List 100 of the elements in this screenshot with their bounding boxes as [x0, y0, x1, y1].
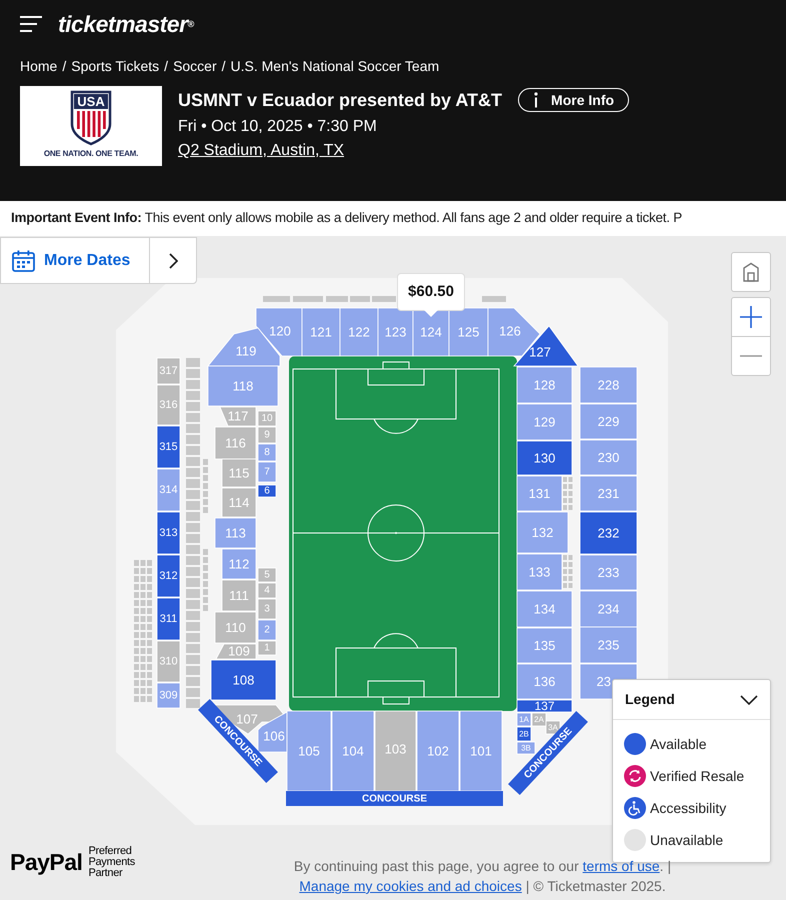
breadcrumb-link[interactable]: Home — [20, 56, 58, 76]
seat-section[interactable]: 232 — [580, 512, 638, 554]
seat-section[interactable]: 234 — [580, 590, 638, 628]
seat-section[interactable]: 6 — [258, 484, 276, 498]
legend-label: Available — [650, 734, 707, 754]
seat-section[interactable]: 10 — [258, 410, 276, 426]
resale-icon — [624, 765, 646, 787]
wheelchair-icon — [624, 797, 646, 819]
seat-section[interactable]: 137 — [516, 699, 572, 713]
seat-section[interactable]: 309 — [156, 682, 180, 708]
calendar-icon — [12, 250, 35, 272]
event-title: USMNT v Ecuador presented by AT&T — [178, 89, 502, 112]
reset-view-button[interactable] — [731, 252, 771, 292]
seat-section[interactable]: 8 — [258, 444, 276, 462]
chevron-icon — [740, 694, 758, 704]
breadcrumb-separator: / — [164, 56, 168, 76]
box-seats-drawing — [563, 477, 572, 510]
event-notice: Important Event Info: This event only allows mobile as a delivery method. All fans age 2 and older require a ticket. P — [11, 209, 682, 228]
seat-section[interactable]: 118 — [208, 366, 278, 406]
seat-section[interactable]: 123 — [378, 308, 414, 356]
footer-link[interactable]: Manage my cookies and ad choices — [299, 878, 522, 894]
seat-section[interactable]: 136 — [516, 664, 572, 700]
menu-icon[interactable] — [20, 16, 42, 32]
breadcrumb-link[interactable]: Sports Tickets — [71, 56, 160, 76]
seat-section[interactable]: 111 — [222, 580, 256, 612]
paypal-logo: PayPal — [10, 851, 82, 874]
seat-section[interactable]: 109 — [215, 644, 256, 660]
seat-section[interactable]: 228 — [580, 366, 638, 404]
seat-section[interactable]: 103 — [374, 710, 416, 792]
chevron-right-icon — [168, 252, 178, 268]
seat-section[interactable]: 233 — [580, 554, 638, 590]
seat-section[interactable]: 2A — [532, 712, 546, 726]
seat-section[interactable]: 2 — [258, 620, 276, 640]
seat-section[interactable]: 129 — [516, 404, 572, 440]
seat-section[interactable]: 1 — [258, 640, 276, 656]
seat-section[interactable]: 316 — [156, 384, 180, 426]
seat-section[interactable]: 106 — [258, 711, 288, 752]
ticketmaster-logo[interactable]: ticketmaster$^{®}$ — [58, 12, 194, 36]
seat-section[interactable]: 135 — [516, 628, 572, 664]
seat-section[interactable]: 102 — [416, 710, 460, 792]
logo-tagline: ONE NATION. ONE TEAM. — [44, 148, 138, 160]
seat-section[interactable]: 116 — [214, 426, 256, 460]
info-icon — [533, 92, 540, 108]
seat-section[interactable]: 230 — [580, 440, 638, 476]
seat-section[interactable]: 7 — [258, 462, 276, 482]
breadcrumb-separator: / — [62, 56, 66, 76]
seat-section[interactable]: 311 — [156, 598, 180, 640]
seat-section[interactable]: 315 — [156, 426, 180, 468]
seat-section[interactable]: 104 — [332, 710, 374, 792]
more-info-button[interactable]: More Info — [518, 88, 630, 112]
seat-section[interactable]: 101 — [460, 710, 502, 792]
box-seats-drawing — [203, 549, 208, 611]
seat-section[interactable]: 314 — [156, 468, 180, 512]
seat-section[interactable]: 231 — [580, 476, 638, 512]
seat-section[interactable]: 5 — [258, 568, 276, 582]
event-date: Fri • Oct 10, 2025 • 7:30 PM — [178, 117, 378, 137]
minus-icon — [740, 355, 762, 357]
footer-text: By continuing past this page, you agree to our terms of use. | Manage my cookies and ad choices | © Ticketmaster 2025. — [292, 857, 672, 896]
seat-section[interactable]: 120 — [256, 308, 302, 356]
seat-section[interactable]: 113 — [214, 518, 256, 548]
paypal-tagline: Preferred Payments Partner — [88, 846, 136, 879]
breadcrumb-link[interactable]: U.S. Men's National Soccer Team — [230, 56, 440, 76]
box-seats-drawing — [563, 555, 572, 588]
tooltip-pointer — [424, 310, 438, 317]
seat-section[interactable]: 4 — [258, 582, 276, 598]
seat-section[interactable]: 112 — [222, 548, 256, 580]
plus-icon — [740, 306, 762, 328]
seat-section[interactable]: 114 — [222, 488, 256, 518]
home-icon — [742, 262, 760, 282]
seat-section[interactable]: 317 — [156, 358, 180, 384]
seat-section[interactable]: 9 — [258, 426, 276, 444]
breadcrumb-link[interactable]: Soccer — [173, 56, 217, 76]
seat-section[interactable]: 122 — [340, 308, 378, 356]
legend-toggle[interactable]: Legend — [613, 680, 770, 720]
seat-section[interactable]: 313 — [156, 512, 180, 554]
seat-section[interactable]: 235 — [580, 626, 638, 664]
concourse-band: CONCOURSE — [286, 791, 503, 806]
seat-section[interactable]: 133 — [516, 554, 562, 590]
seat-section[interactable]: 312 — [156, 554, 180, 598]
venue-link[interactable]: Q2 Stadium, Austin, TX — [178, 139, 344, 163]
seat-section[interactable]: 128 — [516, 366, 572, 404]
dot-icon — [624, 829, 646, 851]
box-seats-drawing — [203, 459, 208, 513]
seat-section[interactable]: 3 — [258, 598, 276, 620]
seat-section[interactable]: 229 — [580, 404, 638, 440]
dot-icon — [624, 733, 646, 755]
price-tooltip: $60.50 — [397, 273, 465, 318]
seat-section[interactable]: 131 — [516, 476, 562, 512]
seat-section[interactable]: 108 — [210, 660, 276, 700]
seat-section[interactable]: 132 — [516, 512, 568, 554]
seat-section[interactable]: 121 — [302, 308, 340, 356]
seat-section[interactable]: 1A — [516, 712, 532, 726]
breadcrumb-separator: / — [222, 56, 226, 76]
seat-section[interactable]: 130 — [516, 440, 572, 476]
seat-section[interactable]: 310 — [156, 640, 180, 682]
seat-section[interactable]: 134 — [516, 590, 572, 628]
seat-section[interactable]: 125 — [448, 308, 488, 356]
seat-section[interactable]: 115 — [222, 458, 256, 488]
legend-label: Verified Resale — [650, 766, 744, 786]
footer-link[interactable]: terms of use — [582, 858, 660, 874]
